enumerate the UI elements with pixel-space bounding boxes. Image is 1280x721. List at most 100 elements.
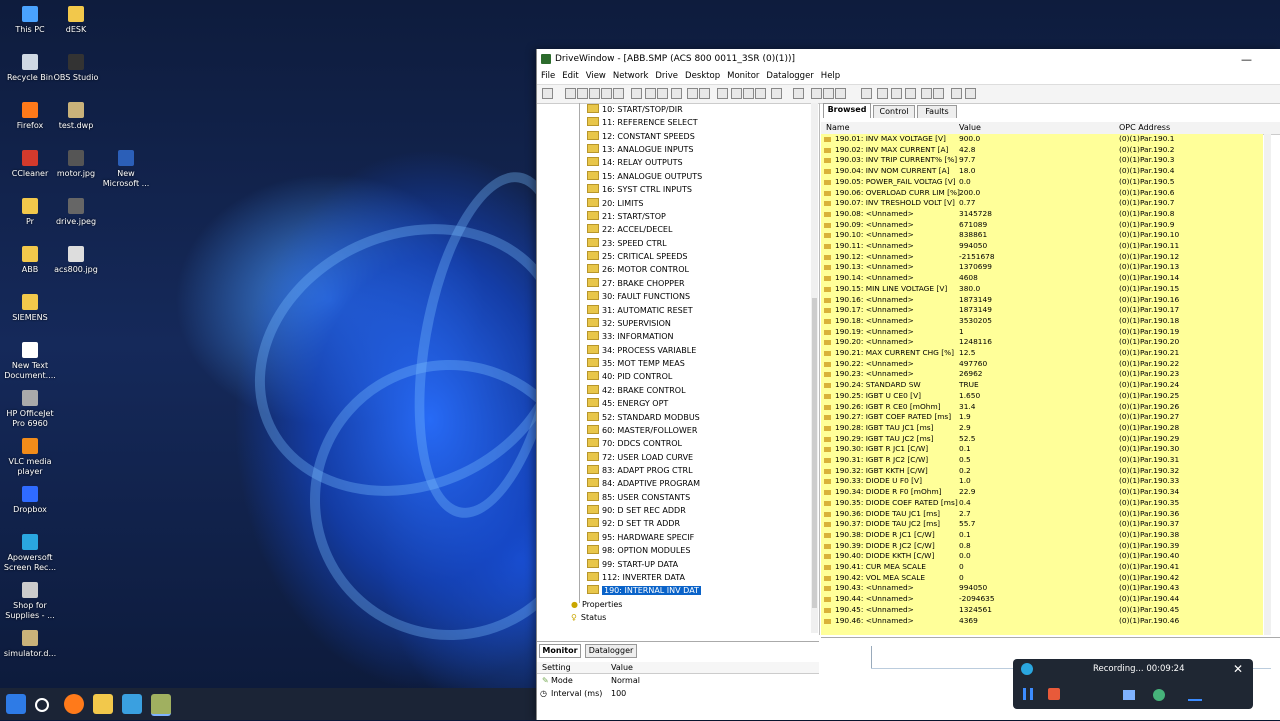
toolbar-button[interactable] <box>965 88 976 99</box>
app-icon[interactable] <box>122 694 142 714</box>
tab-datalogger[interactable]: Datalogger <box>585 644 637 658</box>
pause-button[interactable] <box>1023 688 1033 700</box>
setting-row-mode[interactable]: ✎ Mode Normal <box>537 675 819 687</box>
table-row[interactable]: 190.06: OVERLOAD CURR LIM [%] 200.0 (0)(1)… <box>821 188 1263 199</box>
table-row[interactable]: 190.33: DIODE U F0 [V] 1.0 (0)(1)Par.190.3… <box>821 476 1263 487</box>
table-row[interactable]: 190.41: CUR MEA SCALE 0 (0)(1)Par.190.41 <box>821 562 1263 573</box>
tree-item[interactable]: 31: AUTOMATIC RESET <box>587 304 693 317</box>
tree-item[interactable]: 90: D SET REC ADDR <box>587 504 686 517</box>
tab-control[interactable]: Control <box>873 105 915 118</box>
table-row[interactable]: 190.32: IGBT KKTH [C/W] 0.2 (0)(1)Par.190.… <box>821 466 1263 477</box>
desktop-icon[interactable]: acs800.jpg <box>48 246 104 275</box>
tree-item[interactable]: 12: CONSTANT SPEEDS <box>587 130 695 143</box>
table-row[interactable]: 190.36: DIODE TAU JC1 [ms] 2.7 (0)(1)Par.1… <box>821 509 1263 520</box>
toolbar-button[interactable] <box>951 88 962 99</box>
table-row[interactable]: 190.19: <Unnamed> 1 (0)(1)Par.190.19 <box>821 327 1263 338</box>
desktop-icon[interactable]: New Microsoft ... <box>98 150 154 189</box>
toolbar-button[interactable] <box>771 88 782 99</box>
table-row[interactable]: 190.26: IGBT R CE0 [mOhm] 31.4 (0)(1)Par.1… <box>821 402 1263 413</box>
table-row[interactable]: 190.44: <Unnamed> -2094635 (0)(1)Par.190.4… <box>821 594 1263 605</box>
desktop-icon[interactable]: Dropbox <box>2 486 58 515</box>
table-row[interactable]: 190.30: IGBT R JC1 [C/W] 0.1 (0)(1)Par.190… <box>821 444 1263 455</box>
toolbar-button[interactable] <box>835 88 846 99</box>
toolbar-button[interactable] <box>743 88 754 99</box>
table-row[interactable]: 190.12: <Unnamed> -2151678 (0)(1)Par.190.1… <box>821 252 1263 263</box>
tab-browsed[interactable]: Browsed <box>823 103 871 118</box>
tree-item[interactable]: 32: SUPERVISION <box>587 317 671 330</box>
tree-item[interactable]: 30: FAULT FUNCTIONS <box>587 290 690 303</box>
table-row[interactable]: 190.08: <Unnamed> 3145728 (0)(1)Par.190.8 <box>821 209 1263 220</box>
tree-item[interactable]: 70: DDCS CONTROL <box>587 437 682 450</box>
table-row[interactable]: 190.24: STANDARD SW TRUE (0)(1)Par.190.24 <box>821 380 1263 391</box>
tree-item-properties[interactable]: ● Properties <box>571 598 622 611</box>
toolbar-button[interactable] <box>565 88 576 99</box>
table-row[interactable]: 190.39: DIODE R JC2 [C/W] 0.8 (0)(1)Par.19… <box>821 541 1263 552</box>
drivewindow-taskbar-icon[interactable] <box>151 694 171 716</box>
column-opc-address[interactable]: OPC Address <box>1119 122 1170 134</box>
tree-item[interactable]: 40: PID CONTROL <box>587 370 672 383</box>
tree-item[interactable]: 99: START-UP DATA <box>587 558 678 571</box>
desktop-icon[interactable]: dESK <box>48 6 104 35</box>
toolbar-button[interactable] <box>671 88 682 99</box>
table-row[interactable]: 190.10: <Unnamed> 838861 (0)(1)Par.190.10 <box>821 230 1263 241</box>
desktop-icon[interactable]: test.dwp <box>48 102 104 131</box>
tree-item[interactable]: 95: HARDWARE SPECIF <box>587 531 694 544</box>
table-row[interactable]: 190.46: <Unnamed> 4369 (0)(1)Par.190.46 <box>821 616 1263 627</box>
toolbar-button[interactable] <box>717 88 728 99</box>
toolbar-button[interactable] <box>613 88 624 99</box>
table-row[interactable]: 190.31: IGBT R JC2 [C/W] 0.5 (0)(1)Par.190… <box>821 455 1263 466</box>
table-row[interactable]: 190.02: INV MAX CURRENT [A] 42.8 (0)(1)Par… <box>821 145 1263 156</box>
toolbar-button[interactable] <box>921 88 932 99</box>
toolbar-button[interactable] <box>687 88 698 99</box>
menu-item[interactable]: Help <box>821 69 840 83</box>
tree-item[interactable]: 60: MASTER/FOLLOWER <box>587 424 697 437</box>
setting-row-interval[interactable]: ◷ Interval (ms) 100 <box>537 688 819 700</box>
table-row[interactable]: 190.21: MAX CURRENT CHG [%] 12.5 (0)(1)Par… <box>821 348 1263 359</box>
stop-button[interactable] <box>1048 688 1060 700</box>
tree-scrollbar[interactable] <box>811 103 818 633</box>
tree-item[interactable]: 84: ADAPTIVE PROGRAM <box>587 477 700 490</box>
tree-scroll-thumb[interactable] <box>812 298 817 608</box>
tree-item[interactable]: 10: START/STOP/DIR <box>587 103 683 116</box>
menu-item[interactable]: Desktop <box>685 69 720 83</box>
tree-item[interactable]: 33: INFORMATION <box>587 330 674 343</box>
tree-item-status[interactable]: ♀ Status <box>571 611 606 624</box>
menu-item[interactable]: Datalogger <box>766 69 813 83</box>
toolbar-button[interactable] <box>657 88 668 99</box>
desktop-icon[interactable]: HP OfficeJet Pro 6960 <box>2 390 58 429</box>
desktop-icon[interactable]: drive.jpeg <box>48 198 104 227</box>
tab-faults[interactable]: Faults <box>917 105 957 118</box>
menu-item[interactable]: File <box>541 69 555 83</box>
table-row[interactable]: 190.18: <Unnamed> 3530205 (0)(1)Par.190.18 <box>821 316 1263 327</box>
table-row[interactable]: 190.43: <Unnamed> 994050 (0)(1)Par.190.43 <box>821 583 1263 594</box>
toolbar-button[interactable] <box>542 88 553 99</box>
table-row[interactable]: 190.25: IGBT U CE0 [V] 1.650 (0)(1)Par.190… <box>821 391 1263 402</box>
tree-item[interactable]: 83: ADAPT PROG CTRL <box>587 464 693 477</box>
tree-item[interactable]: 98: OPTION MODULES <box>587 544 690 557</box>
tree-item[interactable]: 14: RELAY OUTPUTS <box>587 156 683 169</box>
toolbar-button[interactable] <box>577 88 588 99</box>
table-row[interactable]: 190.38: DIODE R JC1 [C/W] 0.1 (0)(1)Par.19… <box>821 530 1263 541</box>
desktop-icon[interactable]: OBS Studio <box>48 54 104 83</box>
tree-item[interactable]: 13: ANALOGUE INPUTS <box>587 143 693 156</box>
minimize-button[interactable]: — <box>1241 53 1252 66</box>
tree-item[interactable]: 25: CRITICAL SPEEDS <box>587 250 687 263</box>
table-row[interactable]: 190.28: IGBT TAU JC1 [ms] 2.9 (0)(1)Par.19… <box>821 423 1263 434</box>
table-row[interactable]: 190.34: DIODE R F0 [mOhm] 22.9 (0)(1)Par.1… <box>821 487 1263 498</box>
desktop-icon[interactable]: Shop for Supplies - ... <box>2 582 58 621</box>
toolbar-button[interactable] <box>891 88 902 99</box>
tree-item[interactable]: 26: MOTOR CONTROL <box>587 263 689 276</box>
menu-item[interactable]: Network <box>613 69 649 83</box>
desktop-icon[interactable]: New Text Document.... <box>2 342 58 381</box>
table-row[interactable]: 190.45: <Unnamed> 1324561 (0)(1)Par.190.45 <box>821 605 1263 616</box>
table-row[interactable]: 190.23: <Unnamed> 26962 (0)(1)Par.190.23 <box>821 369 1263 380</box>
table-row[interactable]: 190.15: MIN LINE VOLTAGE [V] 380.0 (0)(1)P… <box>821 284 1263 295</box>
menu-item[interactable]: Edit <box>562 69 578 83</box>
desktop-icon[interactable]: simulator.d... <box>2 630 58 659</box>
tree-item[interactable]: 22: ACCEL/DECEL <box>587 223 672 236</box>
toolbar-button[interactable] <box>755 88 766 99</box>
tree-item[interactable]: 27: BRAKE CHOPPER <box>587 277 685 290</box>
tree-item[interactable]: 23: SPEED CTRL <box>587 237 667 250</box>
desktop-icon[interactable]: VLC media player <box>2 438 58 477</box>
desktop-icon[interactable]: motor.jpg <box>48 150 104 179</box>
